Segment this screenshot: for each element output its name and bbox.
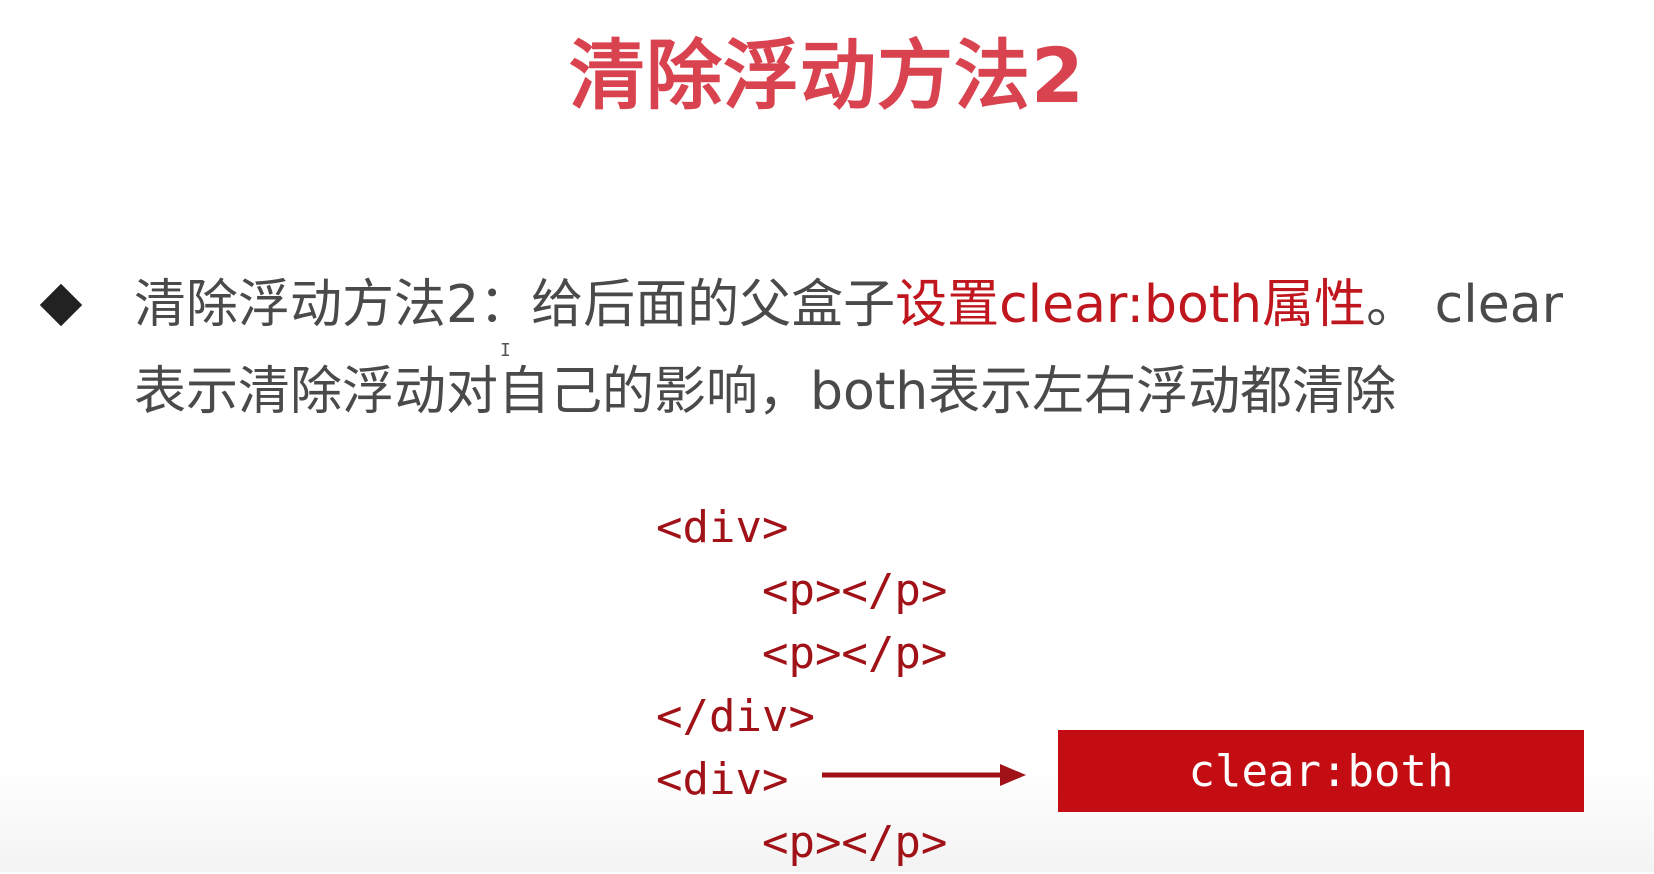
- bullet-text-highlight: 设置clear:both属性: [895, 275, 1367, 335]
- slide-title: 清除浮动方法2: [569, 31, 1085, 120]
- bullet-text: 清除浮动方法2：给后面的父盒子设置clear:both属性。 clear表示清除…: [134, 262, 1574, 436]
- arrow-right-icon: [822, 764, 1026, 786]
- code-block: <div> <p></p> <p></p> </div> <div> <p></p>: [656, 496, 947, 874]
- code-line: <p></p>: [656, 565, 948, 616]
- bullet-diamond-icon: [39, 283, 83, 327]
- code-line: <div>: [656, 502, 789, 553]
- bullet-text-intro: 清除浮动方法2：给后面的父盒子: [134, 275, 896, 335]
- text-cursor-icon: I: [500, 340, 511, 361]
- code-line: <p></p>: [656, 628, 948, 679]
- code-line: </div>: [656, 691, 815, 742]
- code-line: <p></p>: [656, 817, 948, 868]
- clear-both-callout: clear:both: [1058, 730, 1584, 812]
- slide: 清除浮动方法2 清除浮动方法2：给后面的父盒子设置clear:both属性。 c…: [0, 0, 1654, 872]
